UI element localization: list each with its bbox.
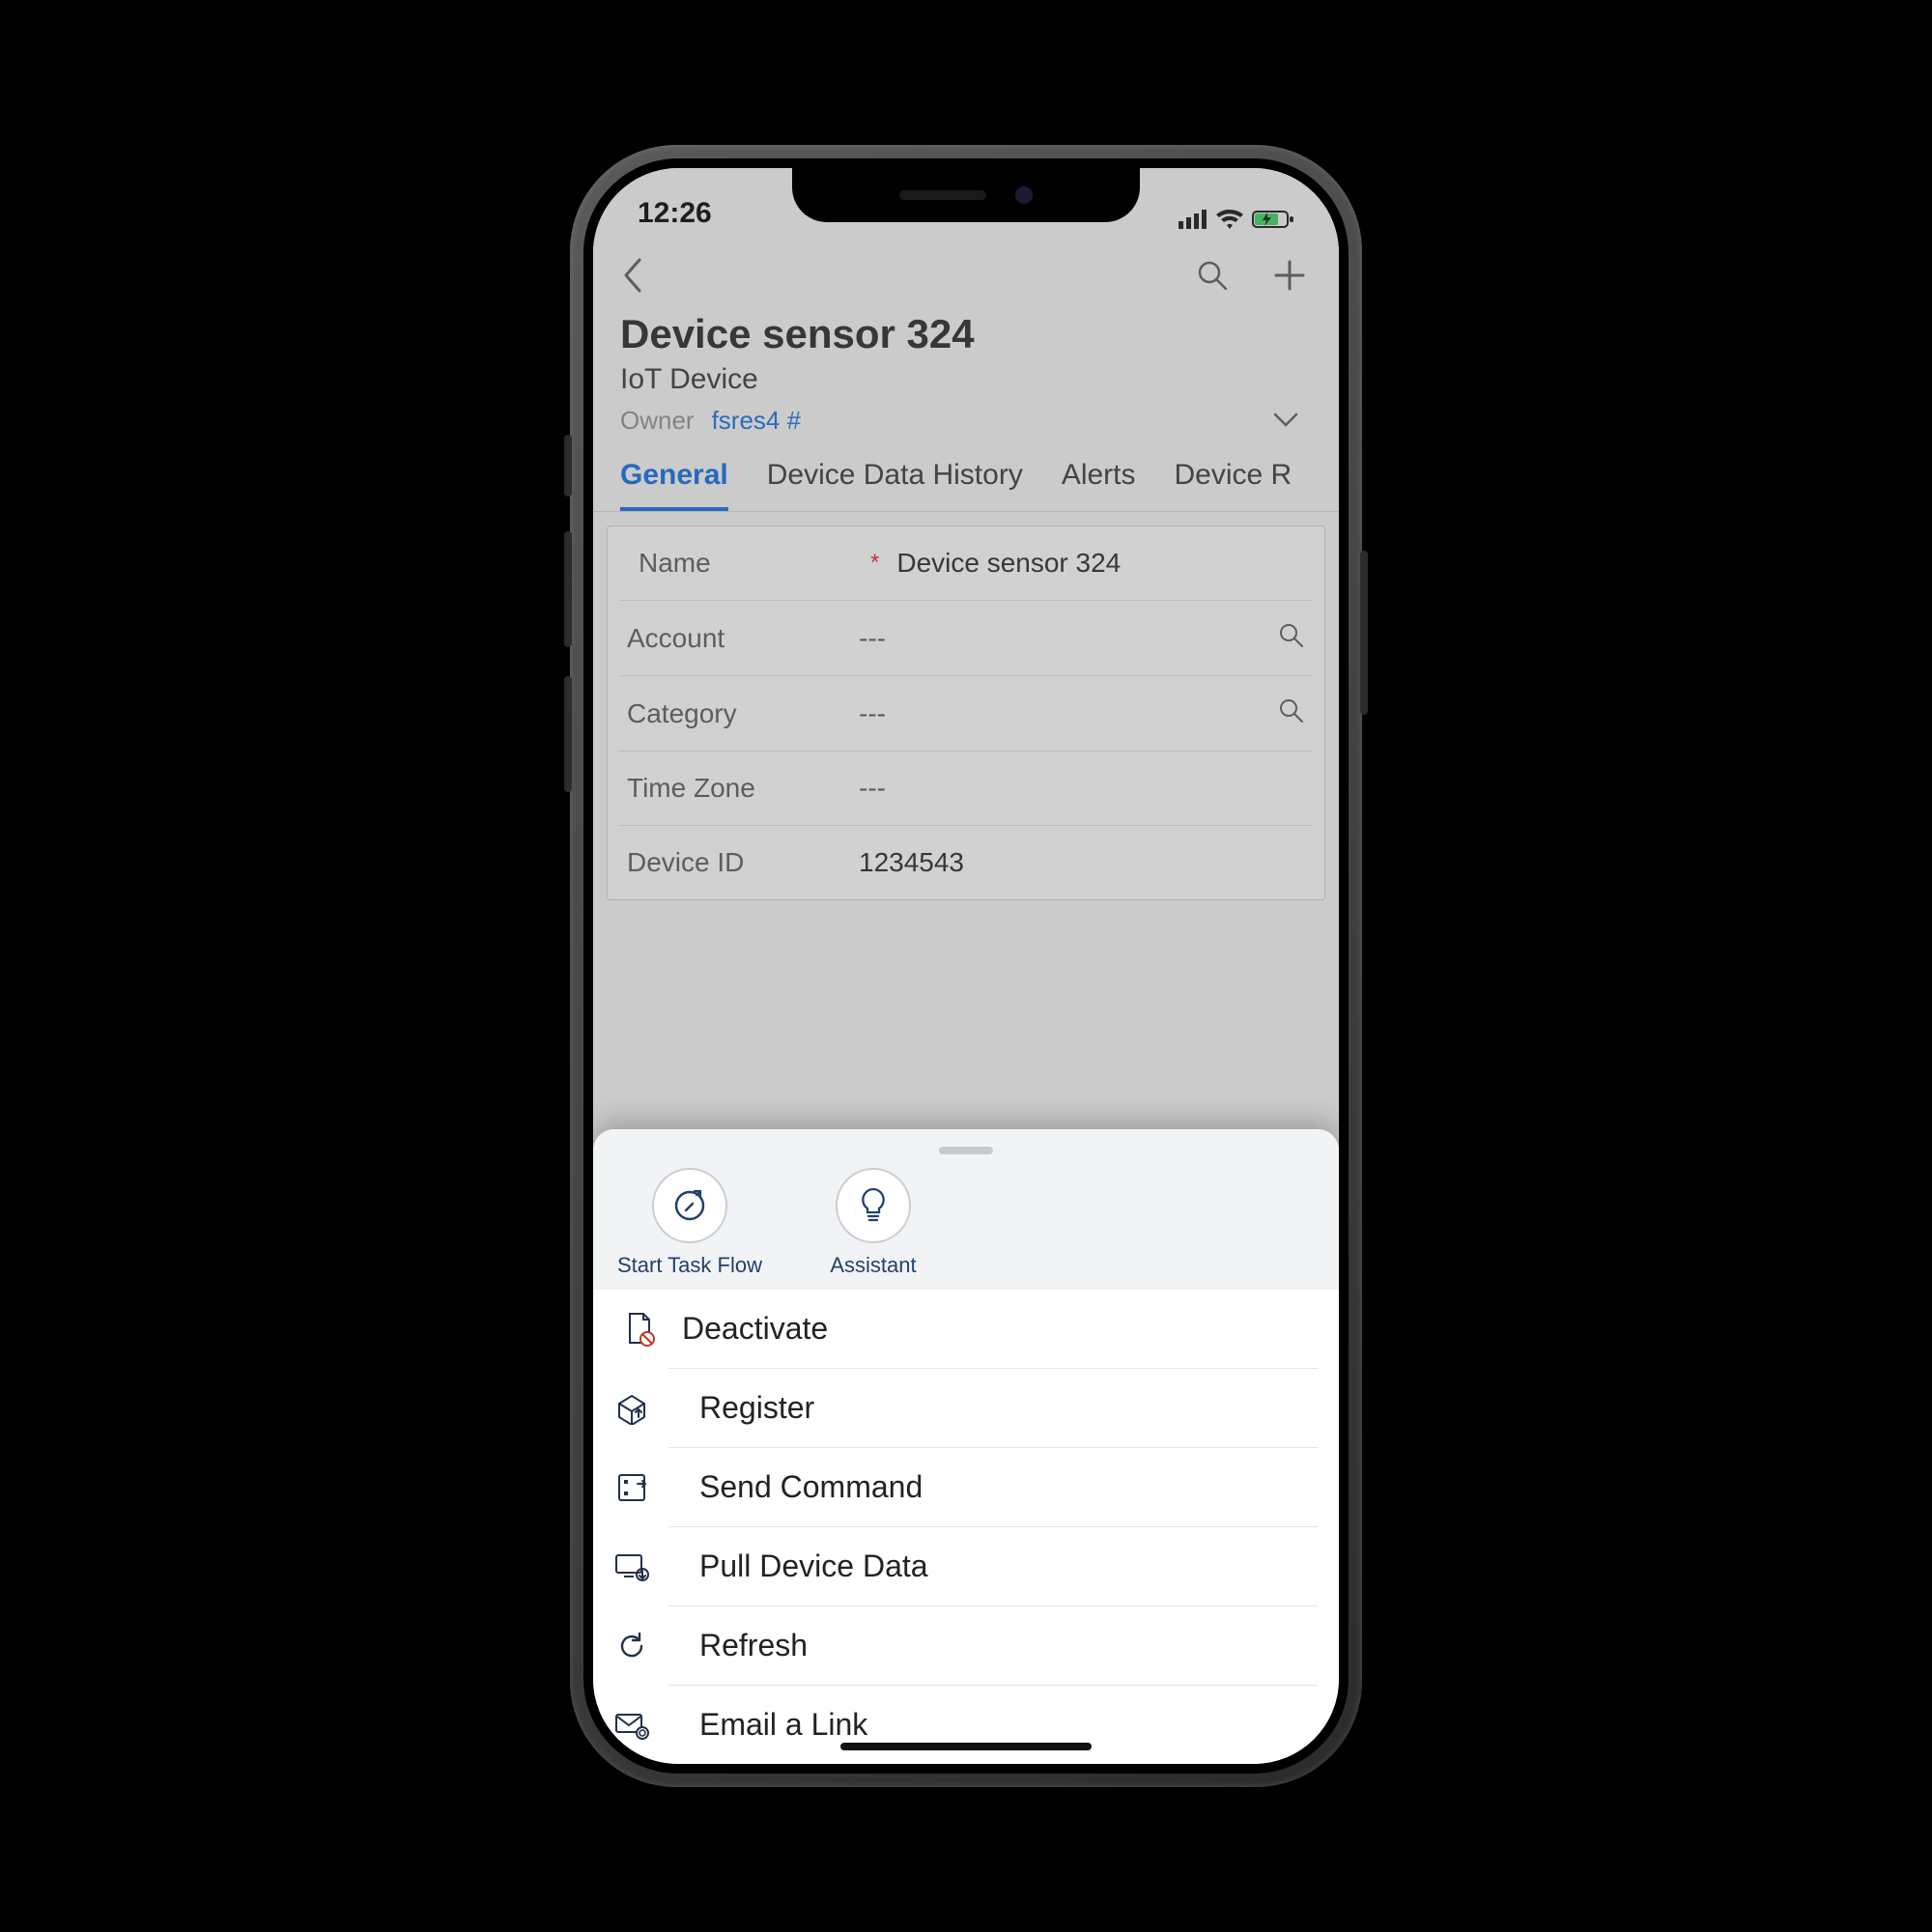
field-name-value: Device sensor 324 bbox=[896, 548, 1293, 579]
cellular-icon bbox=[1179, 210, 1208, 229]
quick-assistant[interactable]: Assistant bbox=[796, 1168, 951, 1278]
action-refresh[interactable]: Refresh bbox=[668, 1605, 1318, 1685]
field-category-label: Category bbox=[627, 698, 859, 729]
field-account[interactable]: Account --- bbox=[619, 600, 1313, 675]
power-button bbox=[1360, 551, 1368, 715]
field-timezone[interactable]: Time Zone --- bbox=[619, 751, 1313, 825]
tab-alerts[interactable]: Alerts bbox=[1062, 459, 1136, 511]
quick-start-task-flow-label: Start Task Flow bbox=[617, 1253, 762, 1278]
notch bbox=[792, 168, 1140, 222]
owner-label: Owner bbox=[620, 406, 695, 436]
tab-device-data-history[interactable]: Device Data History bbox=[767, 459, 1023, 511]
field-deviceid[interactable]: Device ID 1234543 bbox=[619, 825, 1313, 899]
field-account-value: --- bbox=[859, 623, 1278, 654]
action-pull-device-data[interactable]: Pull Device Data bbox=[668, 1526, 1318, 1605]
quick-start-task-flow[interactable]: Start Task Flow bbox=[612, 1168, 767, 1278]
required-indicator: * bbox=[870, 550, 879, 577]
field-timezone-value: --- bbox=[859, 773, 1305, 804]
tab-device-r[interactable]: Device R bbox=[1175, 459, 1293, 511]
battery-charging-icon bbox=[1252, 209, 1294, 230]
action-email-link[interactable]: Email a Link bbox=[668, 1685, 1318, 1764]
status-time: 12:26 bbox=[638, 197, 712, 230]
send-command-icon bbox=[614, 1470, 649, 1505]
expand-header-button[interactable] bbox=[1271, 406, 1300, 436]
email-link-icon bbox=[614, 1708, 649, 1743]
home-indicator[interactable] bbox=[840, 1743, 1092, 1750]
action-send-command[interactable]: Send Command bbox=[668, 1447, 1318, 1526]
action-sheet: Start Task Flow Assistant bbox=[593, 1129, 1339, 1764]
action-deactivate-label: Deactivate bbox=[682, 1311, 828, 1347]
nav-bar bbox=[593, 236, 1339, 303]
field-name-label: Name bbox=[639, 548, 870, 579]
wifi-icon bbox=[1215, 209, 1244, 230]
back-button[interactable] bbox=[611, 253, 655, 298]
add-button[interactable] bbox=[1267, 253, 1312, 298]
lookup-icon[interactable] bbox=[1278, 697, 1305, 729]
task-flow-icon bbox=[652, 1168, 727, 1243]
action-deactivate[interactable]: Deactivate bbox=[614, 1290, 1318, 1368]
lightbulb-icon bbox=[836, 1168, 911, 1243]
mute-switch bbox=[564, 435, 572, 497]
owner-link[interactable]: fsres4 # bbox=[712, 406, 802, 436]
tab-bar: General Device Data History Alerts Devic… bbox=[593, 449, 1339, 512]
pull-data-icon bbox=[614, 1549, 649, 1584]
screen: 12:26 bbox=[593, 168, 1339, 1764]
page-title: Device sensor 324 bbox=[593, 303, 1339, 359]
field-deviceid-label: Device ID bbox=[627, 847, 859, 878]
register-icon bbox=[614, 1391, 649, 1426]
deactivate-icon bbox=[622, 1312, 657, 1347]
phone-frame: 12:26 bbox=[570, 145, 1362, 1787]
volume-up bbox=[564, 531, 572, 647]
action-refresh-label: Refresh bbox=[699, 1628, 808, 1663]
action-register[interactable]: Register bbox=[668, 1368, 1318, 1447]
lookup-icon[interactable] bbox=[1278, 622, 1305, 654]
field-timezone-label: Time Zone bbox=[627, 773, 859, 804]
search-button[interactable] bbox=[1190, 253, 1235, 298]
page-subtitle: IoT Device bbox=[593, 359, 1339, 400]
form-card: Name * Device sensor 324 Account --- Cat… bbox=[607, 526, 1325, 900]
volume-down bbox=[564, 676, 572, 792]
field-account-label: Account bbox=[627, 623, 859, 654]
field-category-value: --- bbox=[859, 698, 1278, 729]
refresh-icon bbox=[614, 1629, 649, 1663]
field-deviceid-value: 1234543 bbox=[859, 847, 1305, 878]
sheet-grabber[interactable] bbox=[939, 1147, 993, 1154]
action-email-link-label: Email a Link bbox=[699, 1707, 867, 1743]
action-pull-device-data-label: Pull Device Data bbox=[699, 1548, 928, 1584]
action-send-command-label: Send Command bbox=[699, 1469, 923, 1505]
tab-general[interactable]: General bbox=[620, 459, 728, 511]
field-category[interactable]: Category --- bbox=[619, 675, 1313, 751]
action-register-label: Register bbox=[699, 1390, 814, 1426]
field-name[interactable]: Name * Device sensor 324 bbox=[608, 526, 1324, 600]
quick-assistant-label: Assistant bbox=[830, 1253, 916, 1278]
